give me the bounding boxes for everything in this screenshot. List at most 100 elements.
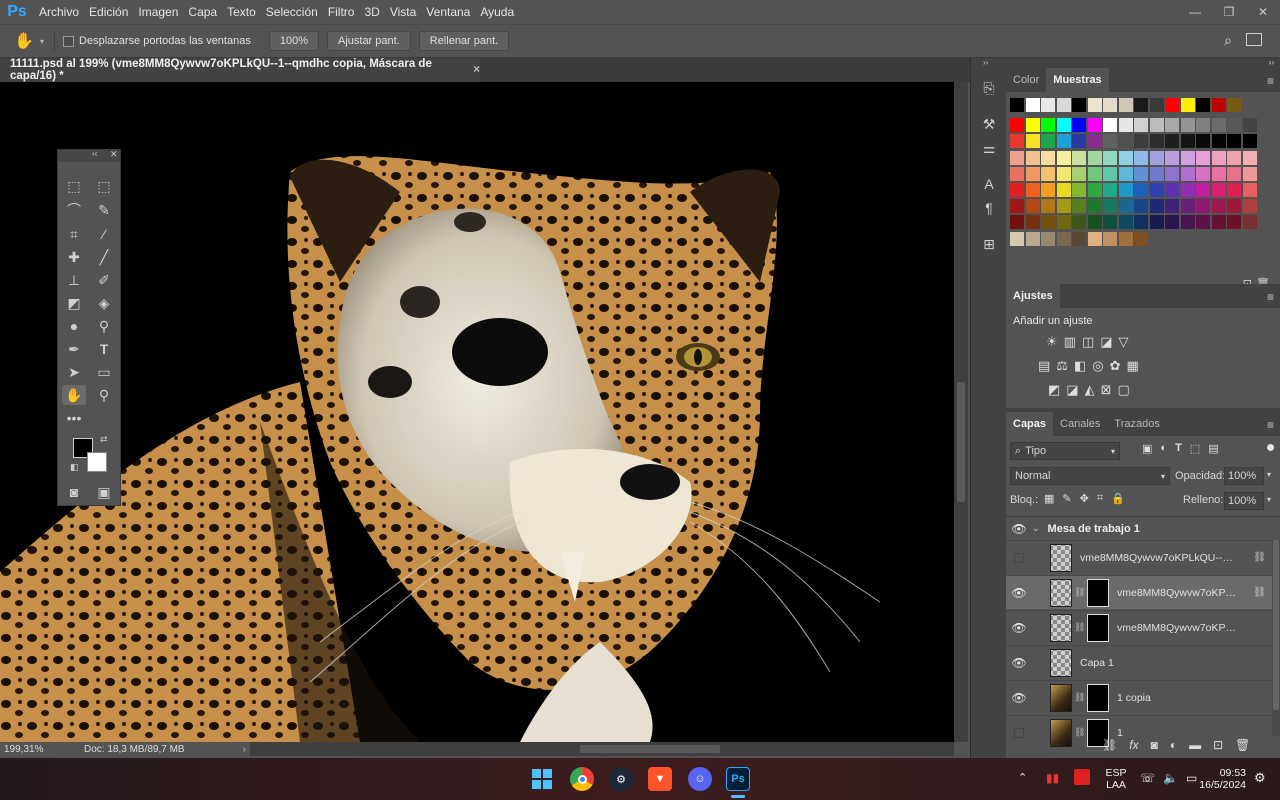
eye-icon[interactable]: 👁 — [1006, 522, 1032, 536]
eye-icon[interactable] — [1006, 552, 1032, 564]
color-swatch[interactable] — [1010, 215, 1024, 230]
color-swatch[interactable] — [1118, 134, 1133, 149]
color-swatch[interactable] — [1025, 134, 1040, 149]
marquee-tool-icon[interactable]: ⬚ — [92, 176, 116, 196]
tray-audio-app-icon[interactable]: ▮▮ — [1046, 771, 1059, 785]
color-swatch[interactable] — [1134, 134, 1148, 149]
opacity-input[interactable]: 100% — [1224, 467, 1264, 485]
fill-chevron-icon[interactable]: ▾ — [1267, 495, 1271, 504]
more-tools-icon[interactable]: ••• — [62, 408, 86, 428]
tab-adjustments[interactable]: Ajustes — [1006, 284, 1060, 308]
lock-transparency-icon[interactable]: ▦ — [1044, 492, 1054, 505]
fill-screen-button[interactable]: Rellenar pant. — [418, 31, 510, 51]
menu-imagen[interactable]: Imagen — [133, 5, 183, 19]
network-icon[interactable]: ☏ — [1140, 771, 1155, 785]
color-swatch[interactable] — [1134, 231, 1148, 246]
color-swatch[interactable] — [1056, 183, 1071, 197]
color-swatch[interactable] — [1041, 215, 1055, 230]
eye-icon[interactable]: 👁 — [1006, 656, 1032, 670]
color-swatch[interactable] — [1180, 134, 1195, 149]
windows-start-icon[interactable] — [530, 767, 554, 791]
color-swatch[interactable] — [1196, 118, 1210, 133]
color-swatch[interactable] — [1010, 199, 1024, 214]
pen-tool-icon[interactable]: ✒ — [62, 339, 86, 359]
color-swatch[interactable] — [1041, 199, 1055, 214]
color-swatch[interactable] — [1056, 166, 1071, 181]
color-swatch[interactable] — [1134, 150, 1148, 165]
color-swatch[interactable] — [1118, 166, 1133, 181]
color-swatch[interactable] — [1165, 166, 1179, 181]
mask-link-icon[interactable]: ⛓ — [1074, 587, 1085, 598]
color-swatch[interactable] — [1056, 199, 1071, 214]
color-swatch[interactable] — [1056, 215, 1071, 230]
color-swatch[interactable] — [1180, 199, 1195, 214]
workspace-icon[interactable] — [1246, 33, 1262, 46]
eye-icon[interactable]: 👁 — [1006, 621, 1032, 635]
color-swatch[interactable] — [1041, 134, 1055, 149]
color-swatch[interactable] — [1010, 150, 1024, 165]
chrome-icon[interactable] — [570, 767, 594, 791]
color-swatch[interactable] — [1041, 231, 1055, 246]
color-swatch[interactable] — [1010, 183, 1024, 197]
document-info[interactable]: Doc: 18,3 MB/89,7 MB — [84, 744, 185, 755]
color-swatch[interactable] — [1149, 215, 1164, 230]
black-white-adjust-icon[interactable]: ◧ — [1074, 358, 1086, 374]
color-swatch[interactable] — [1087, 183, 1102, 197]
layer-filter-select[interactable]: ⌕ Tipo ▾ — [1010, 442, 1120, 460]
color-swatch[interactable] — [1227, 215, 1241, 230]
libraries-panel-icon[interactable]: ⊞ — [979, 234, 999, 254]
discord-icon[interactable]: ☺ — [688, 767, 712, 791]
swatches-menu-icon[interactable]: ≡ — [1267, 74, 1274, 88]
color-swatch[interactable] — [1211, 215, 1226, 230]
color-swatch[interactable] — [1134, 215, 1148, 230]
clone-stamp-tool-icon[interactable]: ⊥ — [62, 270, 86, 290]
lock-all-icon[interactable]: 🔒 — [1111, 492, 1125, 505]
scroll-all-checkbox[interactable] — [63, 35, 75, 47]
color-swatch[interactable] — [1149, 166, 1164, 181]
layer-mask-thumbnail[interactable] — [1087, 578, 1109, 607]
color-swatch[interactable] — [1180, 215, 1195, 230]
threshold-adjust-icon[interactable]: ◭ — [1085, 382, 1095, 398]
filter-shape-icon[interactable]: ⬚ — [1190, 442, 1200, 455]
eyedropper-tool-icon[interactable]: ⁄ — [92, 224, 116, 244]
quick-mask-icon[interactable]: ◙ — [62, 482, 86, 502]
screen-mode-icon[interactable]: ▣ — [92, 482, 116, 502]
color-swatch[interactable] — [1211, 98, 1226, 112]
vertical-scrollbar[interactable] — [954, 82, 968, 742]
color-swatch[interactable] — [1103, 134, 1117, 149]
color-swatch[interactable] — [1025, 183, 1040, 197]
color-swatch[interactable] — [1211, 118, 1226, 133]
color-swatch[interactable] — [1010, 118, 1024, 133]
menu-filtro[interactable]: Filtro — [323, 5, 360, 19]
brightness-adjust-icon[interactable]: ☀ — [1046, 334, 1058, 350]
hue-saturation-adjust-icon[interactable]: ▤ — [1038, 358, 1050, 374]
color-swatch[interactable] — [1025, 98, 1040, 112]
color-swatch[interactable] — [1041, 183, 1055, 197]
brave-icon[interactable]: ▼ — [648, 767, 672, 791]
color-swatch[interactable] — [1134, 98, 1148, 112]
menu-3d[interactable]: 3D — [359, 5, 384, 19]
selective-color-adjust-icon[interactable]: ▢ — [1118, 382, 1130, 398]
curves-adjust-icon[interactable]: ◫ — [1082, 334, 1094, 350]
color-swatch[interactable] — [1211, 150, 1226, 165]
exposure-adjust-icon[interactable]: ◪ — [1100, 334, 1112, 350]
brush-settings-panel-icon[interactable]: ⚒ — [979, 114, 999, 134]
eye-icon[interactable]: 👁 — [1006, 586, 1032, 600]
color-swatch[interactable] — [1103, 231, 1117, 246]
color-swatch[interactable] — [1087, 166, 1102, 181]
minimize-button[interactable]: — — [1178, 0, 1212, 24]
language-indicator[interactable]: ESP LAA — [1104, 758, 1128, 800]
color-swatch[interactable] — [1010, 231, 1024, 246]
color-swatch[interactable] — [1025, 199, 1040, 214]
layer-mask-thumbnail[interactable] — [1087, 683, 1109, 712]
color-swatch[interactable] — [1242, 134, 1257, 149]
color-swatch[interactable] — [1087, 199, 1102, 214]
color-swatch[interactable] — [1180, 166, 1195, 181]
opacity-chevron-icon[interactable]: ▾ — [1267, 470, 1271, 479]
color-swatch[interactable] — [1041, 150, 1055, 165]
color-swatch[interactable] — [1087, 150, 1102, 165]
color-swatch[interactable] — [1025, 150, 1040, 165]
notifications-icon[interactable]: ⚙ — [1254, 770, 1266, 786]
zoom-100-button[interactable]: 100% — [268, 31, 319, 51]
artboard-group-row[interactable]: 👁 ⌄ Mesa de trabajo 1 — [1006, 516, 1280, 540]
